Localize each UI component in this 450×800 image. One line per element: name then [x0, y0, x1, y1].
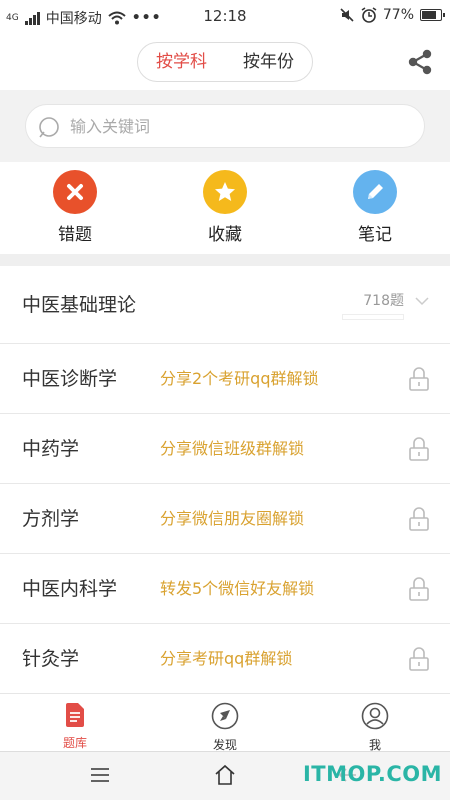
chevron-down-icon[interactable] — [414, 296, 430, 306]
document-icon — [66, 703, 84, 727]
tab-me[interactable]: 我 — [300, 694, 450, 752]
search-area — [0, 90, 450, 162]
unlock-hint: 分享2个考研qq群解锁 — [160, 369, 319, 388]
subject-row[interactable]: 方剂学 分享微信朋友圈解锁 — [0, 484, 450, 554]
action-favorites[interactable]: 收藏 — [150, 162, 300, 254]
action-wrong-questions[interactable]: 错题 — [0, 162, 150, 254]
subject-name: 中医诊断学 — [22, 368, 118, 390]
search-input[interactable] — [70, 105, 410, 147]
lock-icon — [409, 647, 429, 671]
tab-discover[interactable]: 发现 — [150, 694, 300, 752]
pencil-icon — [353, 170, 397, 214]
subject-row[interactable]: 中医诊断学 分享2个考研qq群解锁 — [0, 344, 450, 414]
star-icon — [203, 170, 247, 214]
menu-icon[interactable] — [90, 766, 110, 784]
status-bar: 4G 中国移动 ••• 12:18 77% — [0, 0, 450, 34]
unlock-hint: 分享微信朋友圈解锁 — [160, 509, 305, 528]
progress-bar — [342, 314, 404, 320]
unlock-hint: 分享考研qq群解锁 — [160, 649, 293, 668]
mute-icon — [340, 8, 354, 22]
search-icon — [39, 117, 59, 138]
share-icon[interactable] — [406, 48, 434, 76]
watermark: ITMOP.COM — [302, 762, 442, 786]
subject-list: 中医基础理论 718题 中医诊断学 分享2个考研qq群解锁 中药学 分享微信班级… — [0, 266, 450, 694]
quick-actions: 错题 收藏 笔记 — [0, 162, 450, 254]
bottom-tab-bar: 题库 发现 我 — [0, 693, 450, 752]
tab-label: 题库 — [62, 736, 87, 750]
alarm-icon — [361, 7, 377, 23]
lock-icon — [409, 437, 429, 461]
user-icon — [361, 702, 389, 730]
subject-name: 中药学 — [22, 438, 80, 460]
top-header: 按学科 按年份 — [0, 34, 450, 90]
unlock-hint: 转发5个微信好友解锁 — [160, 579, 315, 598]
system-nav-bar: ITMOP.COM — [0, 751, 450, 800]
tab-question-bank[interactable]: 题库 — [0, 694, 150, 751]
subject-row[interactable]: 中药学 分享微信班级群解锁 — [0, 414, 450, 484]
action-notes[interactable]: 笔记 — [300, 162, 450, 254]
subject-name: 中医基础理论 — [22, 294, 137, 316]
question-count: 718题 — [363, 293, 404, 309]
subject-name: 方剂学 — [22, 508, 80, 530]
compass-icon — [211, 702, 239, 730]
subject-name: 针灸学 — [22, 648, 80, 670]
lock-icon — [409, 507, 429, 531]
action-label: 笔记 — [358, 225, 392, 245]
action-label: 错题 — [58, 225, 92, 245]
home-icon[interactable] — [214, 764, 236, 786]
subject-row[interactable]: 中医内科学 转发5个微信好友解锁 — [0, 554, 450, 624]
subject-name: 中医内科学 — [22, 578, 118, 600]
unlock-hint: 分享微信班级群解锁 — [160, 439, 305, 458]
battery-percent: 77% — [382, 7, 414, 23]
subject-row[interactable]: 针灸学 分享考研qq群解锁 — [0, 624, 450, 694]
search-box[interactable] — [25, 104, 425, 148]
subject-row[interactable]: 中医基础理论 718题 — [0, 266, 450, 344]
mode-switch: 按学科 按年份 — [137, 42, 313, 82]
battery-icon — [420, 9, 445, 21]
lock-icon — [409, 367, 429, 391]
action-label: 收藏 — [208, 225, 242, 245]
lock-icon — [409, 577, 429, 601]
close-icon — [53, 170, 97, 214]
tab-by-subject[interactable]: 按学科 — [138, 43, 225, 81]
tab-by-year[interactable]: 按年份 — [225, 43, 312, 81]
